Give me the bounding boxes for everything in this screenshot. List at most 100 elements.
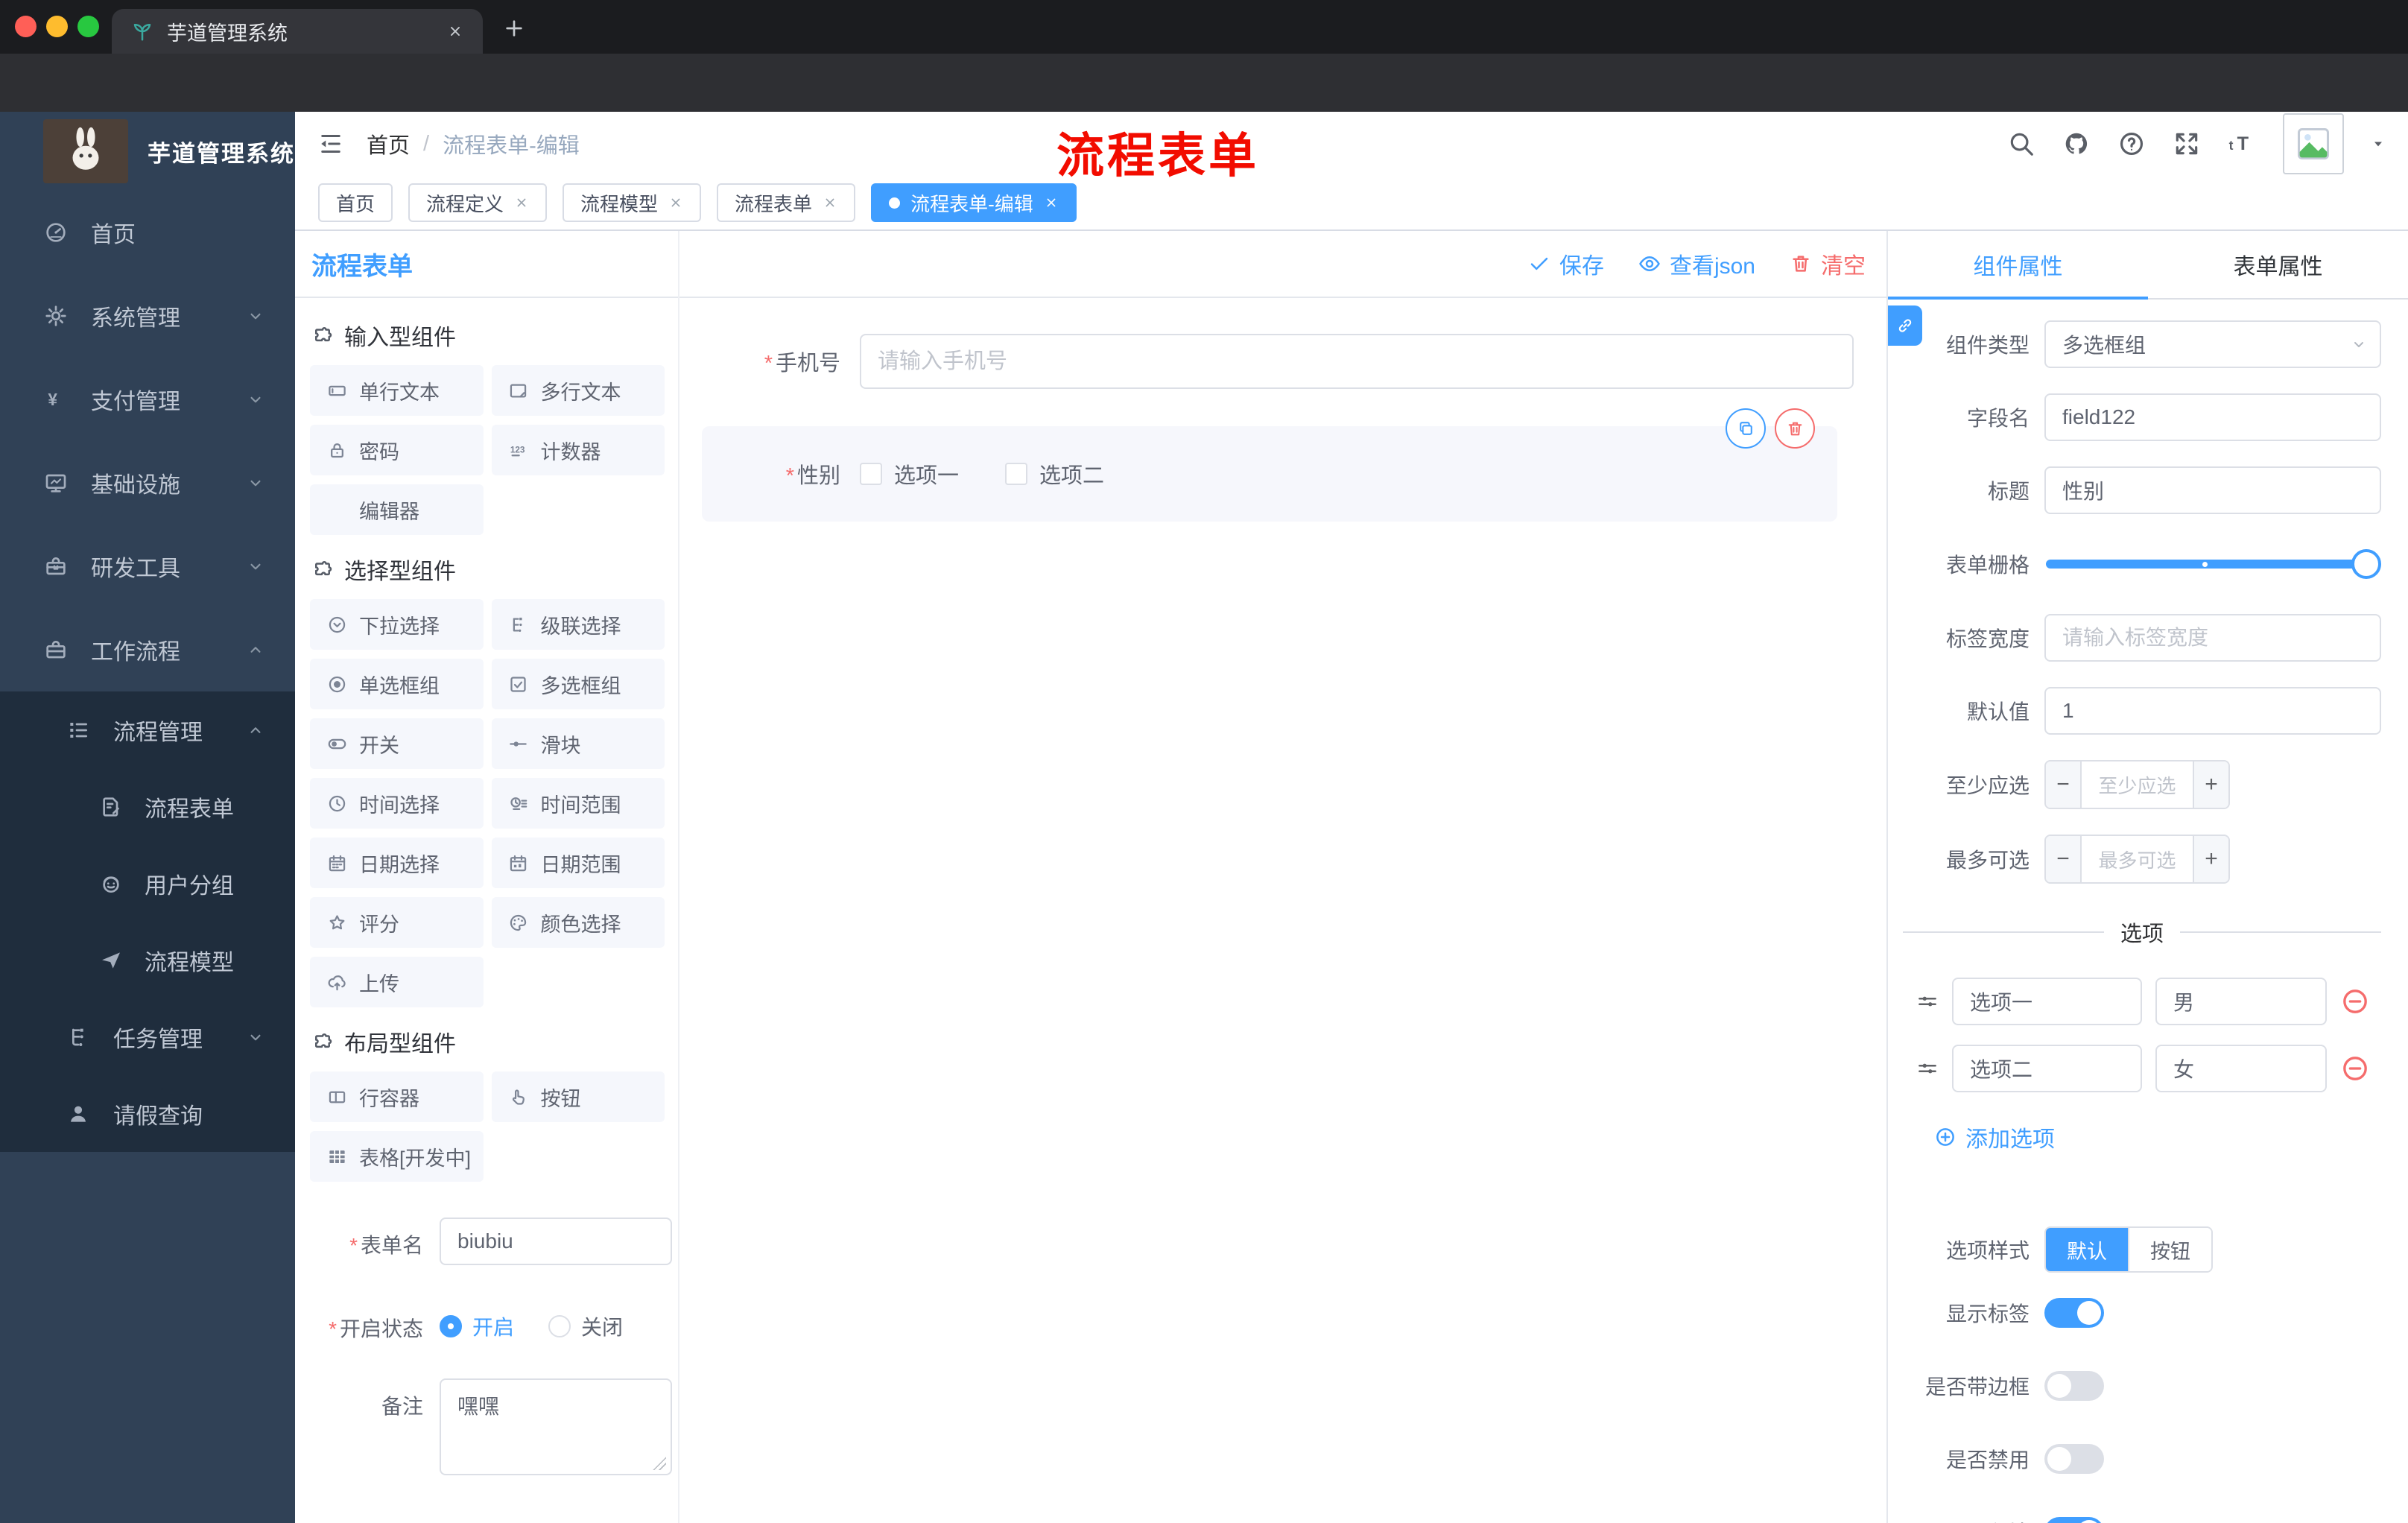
drag-handle-icon[interactable] xyxy=(1916,1057,1939,1080)
checkbox-icon[interactable] xyxy=(1005,463,1028,485)
sidebar-item-5[interactable]: 工作流程 xyxy=(0,608,295,691)
close-icon[interactable] xyxy=(668,195,683,210)
delete-component-button[interactable] xyxy=(1775,408,1815,449)
sidebar-item-11[interactable]: 请假查询 xyxy=(0,1075,295,1152)
toggle-switch[interactable] xyxy=(2044,1371,2104,1401)
component-type-input[interactable] xyxy=(2044,320,2381,368)
palette-item[interactable]: 多选框组 xyxy=(491,659,665,709)
window-minimize-button[interactable] xyxy=(46,16,68,37)
toggle-switch[interactable] xyxy=(2044,1298,2104,1328)
drag-handle-icon[interactable] xyxy=(1916,990,1939,1013)
option-value-input[interactable] xyxy=(2155,1045,2327,1092)
close-icon[interactable] xyxy=(514,195,529,210)
close-icon[interactable] xyxy=(1044,195,1059,210)
field-name-input[interactable] xyxy=(2044,393,2381,441)
status-option-on[interactable]: 开启 xyxy=(440,1311,514,1341)
increment-button[interactable]: + xyxy=(2193,836,2228,882)
sidebar-item-2[interactable]: ¥ 支付管理 xyxy=(0,358,295,441)
max-checked-placeholder[interactable]: 最多可选 xyxy=(2082,836,2193,882)
sidebar-item-3[interactable]: 基础设施 xyxy=(0,441,295,525)
save-button[interactable]: 保存 xyxy=(1528,247,1604,280)
phone-field-row[interactable]: * 手机号 xyxy=(702,334,1854,389)
browser-tab[interactable]: 芋道管理系统 xyxy=(112,9,483,54)
font-size-icon[interactable]: tT xyxy=(2228,130,2256,158)
toggle-switch[interactable] xyxy=(2044,1517,2104,1523)
avatar-caret-icon[interactable] xyxy=(2371,136,2386,151)
remark-textarea[interactable]: 嘿嘿 xyxy=(440,1378,672,1475)
sidebar-item-6[interactable]: 流程管理 xyxy=(0,691,295,768)
page-tab-4[interactable]: 流程表单-编辑 xyxy=(871,183,1077,222)
sidebar-item-4[interactable]: 研发工具 xyxy=(0,525,295,608)
palette-item[interactable]: 单行文本 xyxy=(310,365,484,416)
link-tag-button[interactable] xyxy=(1888,305,1922,346)
search-icon[interactable] xyxy=(2007,130,2035,158)
option-label-input[interactable] xyxy=(1952,1045,2142,1092)
palette-item[interactable]: 时间范围 xyxy=(491,778,665,829)
palette-item[interactable]: 单选框组 xyxy=(310,659,484,709)
palette-item[interactable]: 日期范围 xyxy=(491,838,665,888)
sidebar-item-0[interactable]: 首页 xyxy=(0,191,295,274)
decrement-button[interactable]: − xyxy=(2046,762,2082,808)
form-grid-slider[interactable] xyxy=(2044,539,2381,589)
palette-item[interactable]: 颜色选择 xyxy=(491,897,665,948)
remove-option-icon[interactable] xyxy=(2340,987,2370,1016)
page-tab-3[interactable]: 流程表单 xyxy=(717,183,856,222)
sidebar-fold-icon[interactable] xyxy=(317,130,344,157)
page-tab-2[interactable]: 流程模型 xyxy=(563,183,702,222)
decrement-button[interactable]: − xyxy=(2046,836,2082,882)
palette-item[interactable]: 日期选择 xyxy=(310,838,484,888)
remove-option-icon[interactable] xyxy=(2340,1054,2370,1083)
palette-item[interactable]: 级联选择 xyxy=(491,599,665,650)
sidebar-item-10[interactable]: 任务管理 xyxy=(0,998,295,1075)
slider-track[interactable] xyxy=(2046,560,2371,569)
option-label-input[interactable] xyxy=(1952,978,2142,1025)
clear-button[interactable]: 清空 xyxy=(1790,247,1866,280)
radio-unselected-icon[interactable] xyxy=(548,1315,571,1337)
page-tab-1[interactable]: 流程定义 xyxy=(408,183,548,222)
min-checked-placeholder[interactable]: 至少应选 xyxy=(2082,762,2193,808)
gender-field-row-selected[interactable]: * 性别 选项一 选项二 xyxy=(702,408,1837,522)
palette-item[interactable]: 按钮 xyxy=(491,1071,665,1122)
close-icon[interactable] xyxy=(823,195,837,210)
form-name-input[interactable] xyxy=(440,1218,672,1265)
palette-item[interactable]: 上传 xyxy=(310,957,484,1007)
palette-item[interactable]: 行容器 xyxy=(310,1071,484,1122)
sidebar-item-9[interactable]: 流程模型 xyxy=(0,922,295,998)
gender-option-2[interactable]: 选项二 xyxy=(1005,458,1104,490)
window-zoom-button[interactable] xyxy=(77,16,99,37)
palette-item[interactable]: 123 计数器 xyxy=(491,425,665,475)
component-type-select[interactable] xyxy=(2044,320,2381,368)
sidebar-logo-row[interactable]: 芋道管理系统 xyxy=(0,112,295,191)
help-icon[interactable] xyxy=(2117,130,2146,158)
tab-form-props[interactable]: 表单属性 xyxy=(2148,231,2408,298)
add-option-button[interactable]: 添加选项 xyxy=(1934,1121,2381,1153)
palette-item[interactable]: 评分 xyxy=(310,897,484,948)
checkbox-icon[interactable] xyxy=(860,463,882,485)
default-value-input[interactable] xyxy=(2044,687,2381,735)
palette-item[interactable]: 时间选择 xyxy=(310,778,484,829)
fullscreen-icon[interactable] xyxy=(2173,130,2201,158)
phone-input[interactable] xyxy=(860,334,1854,389)
status-option-off[interactable]: 关闭 xyxy=(548,1311,623,1341)
palette-item[interactable]: 表格[开发中] xyxy=(310,1131,484,1182)
avatar[interactable] xyxy=(2283,113,2344,174)
title-input[interactable] xyxy=(2044,466,2381,514)
toggle-switch[interactable] xyxy=(2044,1444,2104,1474)
sidebar-item-1[interactable]: 系统管理 xyxy=(0,274,295,358)
palette-item[interactable]: 开关 xyxy=(310,718,484,769)
palette-item[interactable]: 多行文本 xyxy=(491,365,665,416)
tab-component-props[interactable]: 组件属性 xyxy=(1888,231,2148,300)
palette-item[interactable]: 下拉选择 xyxy=(310,599,484,650)
palette-item[interactable]: 滑块 xyxy=(491,718,665,769)
palette-item[interactable]: 编辑器 xyxy=(310,484,484,535)
slider-handle[interactable] xyxy=(2351,549,2381,579)
sidebar-item-7[interactable]: 流程表单 xyxy=(0,768,295,845)
textarea-resize-handle[interactable] xyxy=(653,1457,666,1470)
breadcrumb-home[interactable]: 首页 xyxy=(367,128,410,159)
new-tab-icon[interactable] xyxy=(502,16,526,40)
palette-item[interactable]: 密码 xyxy=(310,425,484,475)
style-default-button[interactable]: 默认 xyxy=(2046,1228,2128,1271)
page-tab-0[interactable]: 首页 xyxy=(318,183,393,222)
style-button-button[interactable]: 按钮 xyxy=(2128,1228,2211,1271)
copy-component-button[interactable] xyxy=(1726,408,1766,449)
